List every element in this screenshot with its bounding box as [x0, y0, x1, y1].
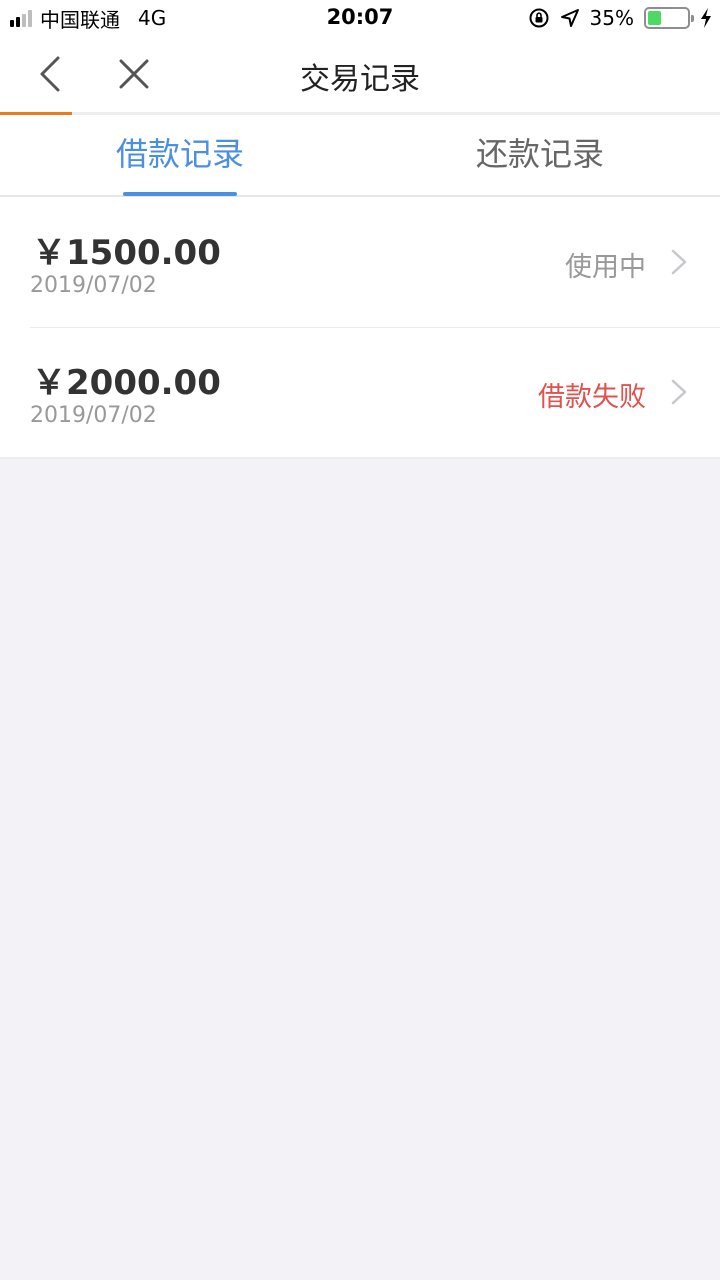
charging-icon [701, 8, 711, 28]
record-row[interactable]: ￥2000.00 2019/07/02 借款失败 [0, 327, 720, 457]
tab-bar: 借款记录 还款记录 [0, 115, 720, 197]
battery-icon [644, 7, 694, 29]
page-title: 交易记录 [300, 62, 420, 97]
record-amount: ￥2000.00 [32, 363, 221, 403]
record-list: ￥1500.00 2019/07/02 使用中 ￥2000.00 2019/07… [0, 197, 720, 459]
record-status: 使用中 [565, 252, 646, 283]
location-icon [560, 9, 579, 27]
record-date: 2019/07/02 [30, 273, 157, 298]
record-status: 借款失败 [538, 382, 646, 413]
status-right: 35% [528, 5, 712, 31]
chevron-right-icon [671, 379, 687, 405]
battery-percent: 35% [589, 6, 634, 30]
tab-repay-records[interactable]: 还款记录 [360, 115, 720, 195]
status-bar: 中国联通 4G 20:07 35% [0, 0, 720, 36]
rotation-lock-icon [529, 8, 549, 28]
tab-indicator [123, 192, 237, 196]
chevron-right-icon [671, 249, 687, 275]
list-divider [0, 457, 720, 459]
tab-label: 借款记录 [115, 135, 244, 173]
nav-bar: 交易记录 [0, 36, 720, 112]
record-amount: ￥1500.00 [32, 233, 221, 273]
record-date: 2019/07/02 [30, 403, 157, 428]
tab-borrow-records[interactable]: 借款记录 [0, 115, 360, 196]
tab-label: 还款记录 [475, 135, 604, 173]
battery-level [648, 11, 662, 25]
record-row[interactable]: ￥1500.00 2019/07/02 使用中 [0, 197, 720, 327]
